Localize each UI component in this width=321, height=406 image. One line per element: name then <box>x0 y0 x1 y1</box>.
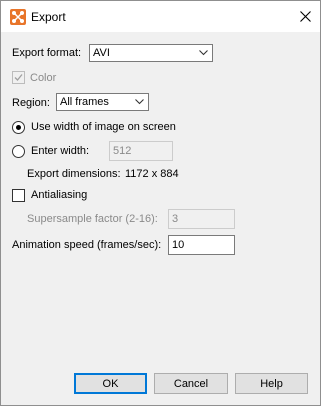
cancel-button-label: Cancel <box>173 377 209 390</box>
region-dropdown[interactable]: All frames <box>56 93 149 111</box>
use-screen-width-radio[interactable] <box>12 121 25 134</box>
color-checkbox[interactable] <box>12 71 25 84</box>
antialiasing-checkbox[interactable] <box>12 189 25 202</box>
animation-speed-field[interactable] <box>168 235 235 255</box>
ok-button[interactable]: OK <box>74 373 147 394</box>
export-format-value: AVI <box>93 47 110 59</box>
animation-speed-label: Animation speed (frames/sec): <box>12 239 162 251</box>
radio-selected-dot <box>16 125 21 130</box>
use-screen-width-label: Use width of image on screen <box>31 121 176 133</box>
chevron-down-icon <box>135 99 144 105</box>
help-button-label: Help <box>260 377 283 390</box>
supersample-label: Supersample factor (2-16): <box>27 213 158 225</box>
export-format-label: Export format: <box>12 47 82 59</box>
export-dimensions-value: 1172 x 884 <box>125 168 179 180</box>
export-dialog: Export Export format: AVI Color Region: … <box>0 0 321 406</box>
antialiasing-label: Antialiasing <box>31 189 88 201</box>
title-bar: Export <box>1 1 320 32</box>
close-button[interactable] <box>292 4 318 29</box>
help-button[interactable]: Help <box>235 373 308 394</box>
supersample-field[interactable] <box>168 209 235 229</box>
cancel-button[interactable]: Cancel <box>154 373 228 394</box>
region-value: All frames <box>60 96 109 108</box>
checkmark-icon <box>14 74 23 81</box>
enter-width-label: Enter width: <box>31 145 90 157</box>
export-dimensions-label: Export dimensions: <box>27 168 121 180</box>
ok-button-label: OK <box>102 377 119 390</box>
region-label: Region: <box>12 97 50 109</box>
close-icon <box>299 11 311 22</box>
chevron-down-icon <box>199 50 208 56</box>
color-label: Color <box>30 72 57 84</box>
enter-width-radio[interactable] <box>12 145 25 158</box>
enter-width-field[interactable] <box>109 141 173 161</box>
export-format-dropdown[interactable]: AVI <box>89 44 213 62</box>
window-title: Export <box>31 10 66 24</box>
export-app-icon <box>10 9 26 25</box>
